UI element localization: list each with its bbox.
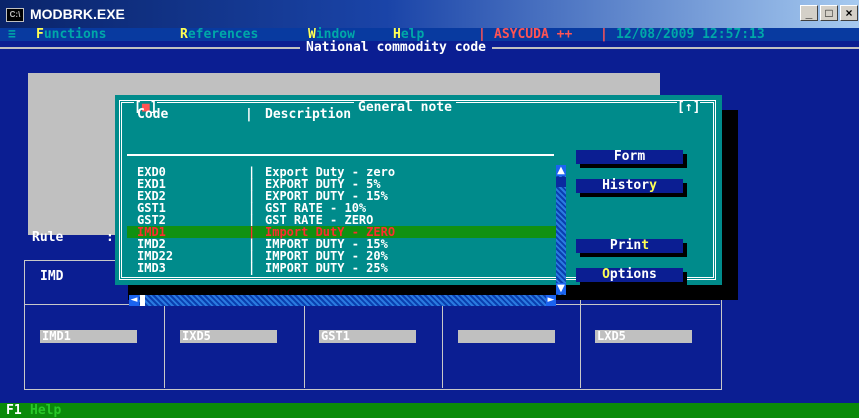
- list-item[interactable]: IMD3 | IMPORT DUTY - 25%: [127, 262, 557, 274]
- horizontal-scrollbar[interactable]: [129, 295, 556, 306]
- button-hotkey: O: [602, 267, 610, 282]
- column-separator: |: [245, 107, 253, 122]
- menu-label: unctions: [43, 27, 107, 42]
- button-label: ptions: [609, 267, 657, 282]
- form-button[interactable]: Form: [576, 150, 683, 164]
- button-shadow: [580, 193, 687, 197]
- header-rule: [127, 154, 554, 156]
- row-description: IMPORT DUTY - 25%: [265, 261, 388, 275]
- scroll-left-arrow-icon[interactable]: ◄: [129, 295, 139, 306]
- button-label: Form: [613, 149, 646, 164]
- rule-field-4[interactable]: [458, 330, 555, 343]
- button-shadow: [683, 154, 687, 168]
- button-shadow: [580, 253, 687, 257]
- scroll-right-arrow-icon[interactable]: ►: [546, 295, 556, 306]
- scroll-up-arrow-icon[interactable]: ▲: [556, 165, 566, 176]
- screen-title: National commodity code: [300, 41, 493, 54]
- app-name: ASYCUDA ++: [494, 27, 573, 42]
- row-code: IMD3: [137, 261, 166, 275]
- minimize-button[interactable]: _: [800, 5, 818, 21]
- row-separator: |: [248, 261, 256, 275]
- button-shadow: [683, 243, 687, 257]
- window-title-bar[interactable]: C:\ MODBRK.EXE _ □ ×: [0, 0, 859, 28]
- button-shadow: [580, 164, 687, 168]
- status-bar: F1 Help: [0, 403, 859, 418]
- f1-key[interactable]: F1: [6, 404, 22, 417]
- column-header-code: Code: [137, 107, 169, 122]
- column-header-description: Description: [265, 107, 352, 122]
- button-hotkey: y: [649, 178, 657, 193]
- system-menu-icon[interactable]: ≡: [8, 28, 16, 41]
- menu-item-references[interactable]: References: [180, 28, 258, 41]
- history-button[interactable]: History: [576, 179, 683, 193]
- rule-field-3[interactable]: GST1: [319, 330, 416, 343]
- rule-field-5[interactable]: LXD5: [595, 330, 692, 343]
- button-shadow: [580, 282, 687, 286]
- menu-separator: |: [600, 27, 608, 42]
- print-button[interactable]: Print: [576, 239, 683, 253]
- button-label: Histor: [602, 178, 650, 193]
- options-button[interactable]: Options: [576, 268, 683, 282]
- scroll-down-arrow-icon[interactable]: ▼: [556, 283, 566, 294]
- console-area: ≡ Functions References Window Help | ASY…: [0, 28, 859, 418]
- menu-label: eferences: [187, 27, 259, 42]
- window-title: MODBRK.EXE: [30, 6, 125, 22]
- button-shadow: [683, 272, 687, 286]
- close-button[interactable]: ×: [840, 5, 858, 21]
- rule-field-1[interactable]: IMD1: [40, 330, 137, 343]
- scroll-thumb[interactable]: [140, 295, 145, 306]
- f1-help-label[interactable]: Help: [30, 404, 61, 417]
- button-label: Prin: [609, 238, 642, 253]
- rule-field-2[interactable]: IXD5: [180, 330, 277, 343]
- console-icon[interactable]: C:\: [6, 8, 24, 22]
- clock-datetime: 12/08/2009 12:57:13: [616, 27, 765, 42]
- menu-hotkey: F: [36, 27, 44, 42]
- rule-label: Rule: [32, 230, 64, 245]
- menu-hotkey: R: [180, 27, 188, 42]
- grid-header-imd: IMD: [40, 269, 64, 284]
- general-note-dialog: [■] General note [↑] Code | Description …: [115, 95, 722, 306]
- button-hotkey: t: [641, 238, 650, 253]
- scroll-thumb[interactable]: [556, 177, 566, 187]
- menu-item-functions[interactable]: Functions: [36, 28, 106, 41]
- dialog-title: General note: [354, 101, 456, 114]
- zoom-icon: ↑: [684, 100, 693, 115]
- button-shadow: [683, 183, 687, 197]
- maximize-button[interactable]: □: [820, 5, 838, 21]
- rule-colon: :: [106, 230, 114, 245]
- dialog-zoom-button[interactable]: [↑]: [677, 100, 701, 115]
